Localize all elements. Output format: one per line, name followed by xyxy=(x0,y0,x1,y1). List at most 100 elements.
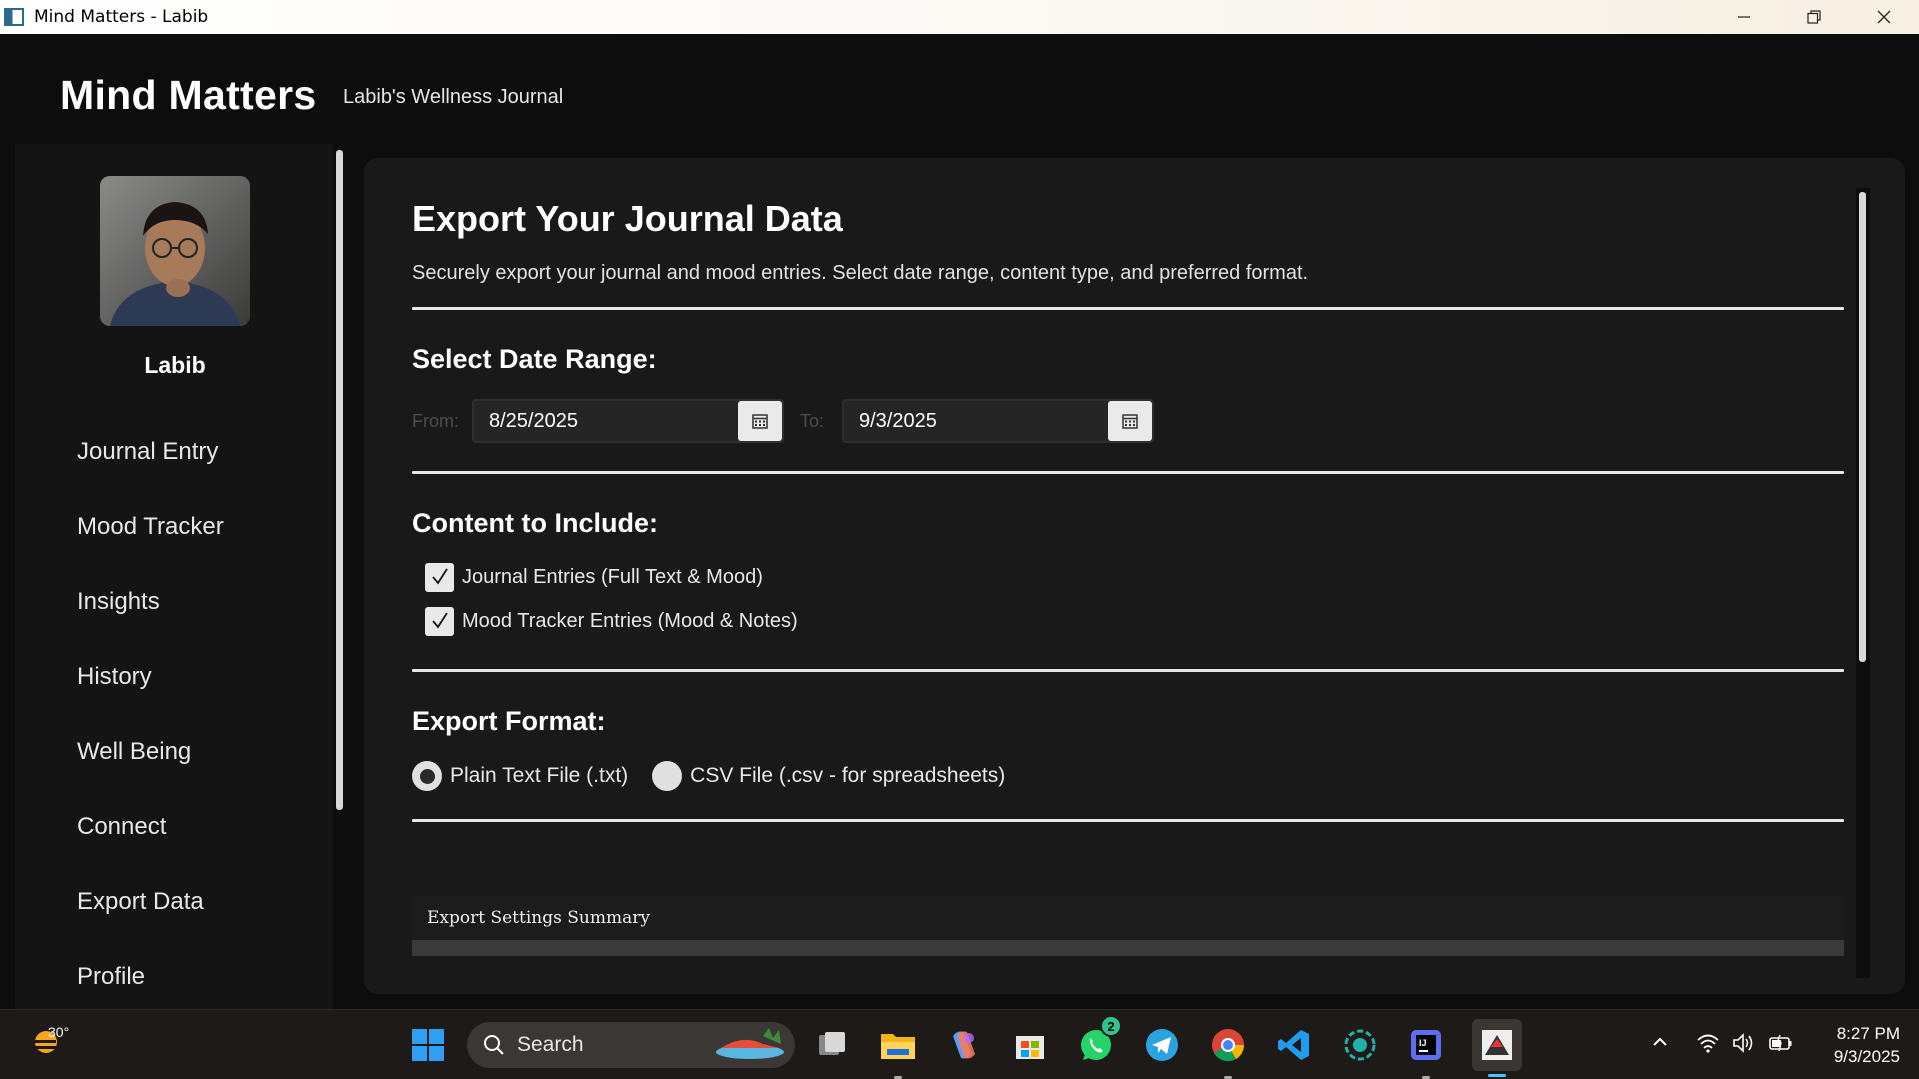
to-date-picker[interactable]: 9/3/2025 xyxy=(842,399,1154,443)
copilot-icon xyxy=(953,1031,975,1059)
telegram-button[interactable] xyxy=(1142,1025,1182,1065)
app-icon xyxy=(4,8,24,26)
microsoft-store-button[interactable] xyxy=(1010,1025,1050,1065)
sidebar-item-journal-entry[interactable]: Journal Entry xyxy=(77,414,224,489)
vscode-button[interactable] xyxy=(1274,1025,1314,1065)
export-format-title: Export Format: xyxy=(412,706,606,736)
sidebar-scrollbar-thumb[interactable] xyxy=(336,150,343,810)
to-date-value[interactable]: 9/3/2025 xyxy=(859,410,937,433)
export-summary: Export Settings Summary xyxy=(412,896,1844,940)
panel-scrollbar[interactable] xyxy=(1856,188,1870,978)
calendar-icon[interactable] xyxy=(738,401,782,441)
divider xyxy=(412,819,1844,822)
wifi-icon xyxy=(1697,1034,1719,1053)
minimize-icon xyxy=(1738,16,1750,18)
taskbar: 30° Search 2 IJ 8:27 PM 9/3/2025 xyxy=(0,1009,1919,1079)
taskbar-clock[interactable]: 8:27 PM 9/3/2025 xyxy=(1790,1022,1900,1068)
volume-button[interactable] xyxy=(1732,1032,1756,1059)
content-options: Journal Entries (Full Text & Mood) Mood … xyxy=(412,555,1844,643)
whatsapp-button[interactable]: 2 xyxy=(1076,1015,1122,1065)
file-explorer-button[interactable] xyxy=(878,1025,918,1079)
export-format-options: Plain Text File (.txt) CSV File (.csv - … xyxy=(412,761,1844,791)
close-icon xyxy=(1877,10,1891,24)
divider xyxy=(412,669,1844,672)
window-title-bar: Mind Matters - Labib xyxy=(0,0,1919,34)
search-icon xyxy=(484,1035,504,1055)
sidebar-item-well-being[interactable]: Well Being xyxy=(77,714,224,789)
intellij-button[interactable]: IJ xyxy=(1406,1025,1446,1079)
clock-date: 9/3/2025 xyxy=(1833,1047,1900,1066)
active-indicator xyxy=(1488,1074,1506,1077)
divider xyxy=(412,471,1844,474)
java-app-button[interactable] xyxy=(1472,1019,1522,1077)
app-title: Mind Matters xyxy=(60,72,317,118)
date-range-row: From: 8/25/2025 To: 9/3/2025 xyxy=(412,399,1844,443)
from-date-picker[interactable]: 8/25/2025 xyxy=(472,399,784,443)
task-view-button[interactable] xyxy=(812,1025,852,1065)
panel-scrollbar-thumb[interactable] xyxy=(1859,192,1866,662)
to-label: To: xyxy=(800,410,825,431)
start-button[interactable] xyxy=(408,1025,448,1065)
mood-tracker-label[interactable]: Mood Tracker Entries (Mood & Notes) xyxy=(462,610,798,633)
folder-icon xyxy=(881,1034,915,1059)
sidebar-item-profile[interactable]: Profile xyxy=(77,939,224,1014)
intellij-icon: IJ xyxy=(1411,1030,1441,1060)
txt-format-radio[interactable] xyxy=(412,761,442,791)
user-name: Labib xyxy=(144,352,206,378)
sidebar-item-mood-tracker[interactable]: Mood Tracker xyxy=(77,489,224,564)
export-summary-label: Export Settings Summary xyxy=(427,908,650,928)
mood-tracker-checkbox[interactable] xyxy=(425,606,454,636)
divider xyxy=(412,307,1844,310)
export-summary-content xyxy=(412,940,1844,956)
copilot-button[interactable] xyxy=(944,1025,984,1065)
sidebar-item-insights[interactable]: Insights xyxy=(77,564,224,639)
restore-icon xyxy=(1807,10,1821,24)
chrome-button[interactable] xyxy=(1208,1025,1248,1079)
sidebar-nav: Journal Entry Mood Tracker Insights Hist… xyxy=(77,414,224,1014)
minimize-button[interactable] xyxy=(1709,0,1779,34)
journal-entries-label[interactable]: Journal Entries (Full Text & Mood) xyxy=(462,566,763,589)
close-button[interactable] xyxy=(1849,0,1919,34)
calendar-icon[interactable] xyxy=(1108,401,1152,441)
chevron-up-icon xyxy=(1653,1037,1667,1046)
windows-logo-icon xyxy=(412,1029,444,1061)
sidebar-scrollbar[interactable] xyxy=(333,144,347,1009)
from-date-value[interactable]: 8/25/2025 xyxy=(489,410,578,433)
sidebar-item-history[interactable]: History xyxy=(77,639,224,714)
from-label: From: xyxy=(412,410,459,431)
sidebar-item-export-data[interactable]: Export Data xyxy=(77,864,224,939)
page-description: Securely export your journal and mood en… xyxy=(412,262,1309,284)
java-app-icon xyxy=(1482,1030,1512,1060)
journal-entries-option[interactable]: Journal Entries (Full Text & Mood) xyxy=(425,555,1844,599)
store-icon xyxy=(1016,1036,1044,1059)
taskbar-search[interactable]: Search xyxy=(467,1022,795,1068)
journal-entries-checkbox[interactable] xyxy=(425,562,454,592)
checkmark-icon xyxy=(431,612,448,629)
profile-photo xyxy=(100,176,250,326)
avatar xyxy=(100,176,250,326)
txt-format-label[interactable]: Plain Text File (.txt) xyxy=(450,764,628,788)
date-range-title: Select Date Range: xyxy=(412,344,657,374)
mood-tracker-option[interactable]: Mood Tracker Entries (Mood & Notes) xyxy=(425,599,1844,643)
wifi-button[interactable] xyxy=(1696,1032,1720,1059)
recorder-icon xyxy=(1344,1029,1376,1061)
chrome-icon xyxy=(1212,1029,1245,1062)
telegram-icon xyxy=(1146,1029,1178,1061)
page-title: Export Your Journal Data xyxy=(412,198,843,239)
whatsapp-notification-badge: 2 xyxy=(1100,1015,1122,1037)
show-hidden-icons-button[interactable] xyxy=(1650,1032,1670,1057)
content-title: Content to Include: xyxy=(412,508,658,538)
weather-widget[interactable]: 30° xyxy=(26,1022,72,1068)
volume-icon xyxy=(1733,1033,1753,1053)
clock-time: 8:27 PM xyxy=(1836,1024,1900,1043)
csv-format-label[interactable]: CSV File (.csv - for spreadsheets) xyxy=(690,764,1005,788)
app-subtitle: Labib's Wellness Journal xyxy=(343,86,564,108)
search-placeholder: Search xyxy=(517,1033,584,1056)
weather-temp: 30° xyxy=(48,1024,70,1040)
restore-button[interactable] xyxy=(1779,0,1849,34)
export-panel: Export Your Journal Data Securely export… xyxy=(364,158,1905,994)
csv-format-radio[interactable] xyxy=(652,761,683,791)
screen-recorder-button[interactable] xyxy=(1340,1025,1380,1065)
task-view-icon xyxy=(819,1032,845,1055)
sidebar-item-connect[interactable]: Connect xyxy=(77,789,224,864)
